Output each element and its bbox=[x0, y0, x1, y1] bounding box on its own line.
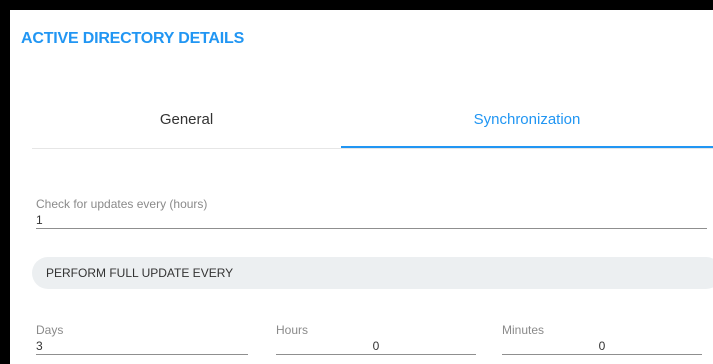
tab-general[interactable]: General bbox=[32, 92, 341, 146]
tab-synchronization[interactable]: Synchronization bbox=[341, 92, 713, 148]
check-updates-label: Check for updates every (hours) bbox=[36, 197, 208, 211]
hours-input[interactable] bbox=[276, 338, 476, 355]
hours-label: Hours bbox=[276, 323, 309, 337]
minutes-input[interactable] bbox=[502, 338, 702, 355]
check-updates-input[interactable] bbox=[36, 212, 707, 229]
check-updates-field: Check for updates every (hours) bbox=[36, 197, 707, 229]
days-input[interactable] bbox=[36, 338, 248, 355]
hours-field: Hours bbox=[276, 323, 476, 355]
minutes-label: Minutes bbox=[502, 323, 545, 337]
full-update-section-label: PERFORM FULL UPDATE EVERY bbox=[46, 266, 234, 280]
tab-bar: General Synchronization bbox=[32, 92, 713, 149]
active-directory-dialog: ACTIVE DIRECTORY DETAILS General Synchro… bbox=[10, 10, 713, 364]
days-label: Days bbox=[36, 323, 64, 337]
dialog-title: ACTIVE DIRECTORY DETAILS bbox=[21, 30, 245, 47]
days-field: Days bbox=[36, 323, 248, 355]
full-update-section-header: PERFORM FULL UPDATE EVERY bbox=[32, 257, 713, 289]
minutes-field: Minutes bbox=[502, 323, 702, 355]
